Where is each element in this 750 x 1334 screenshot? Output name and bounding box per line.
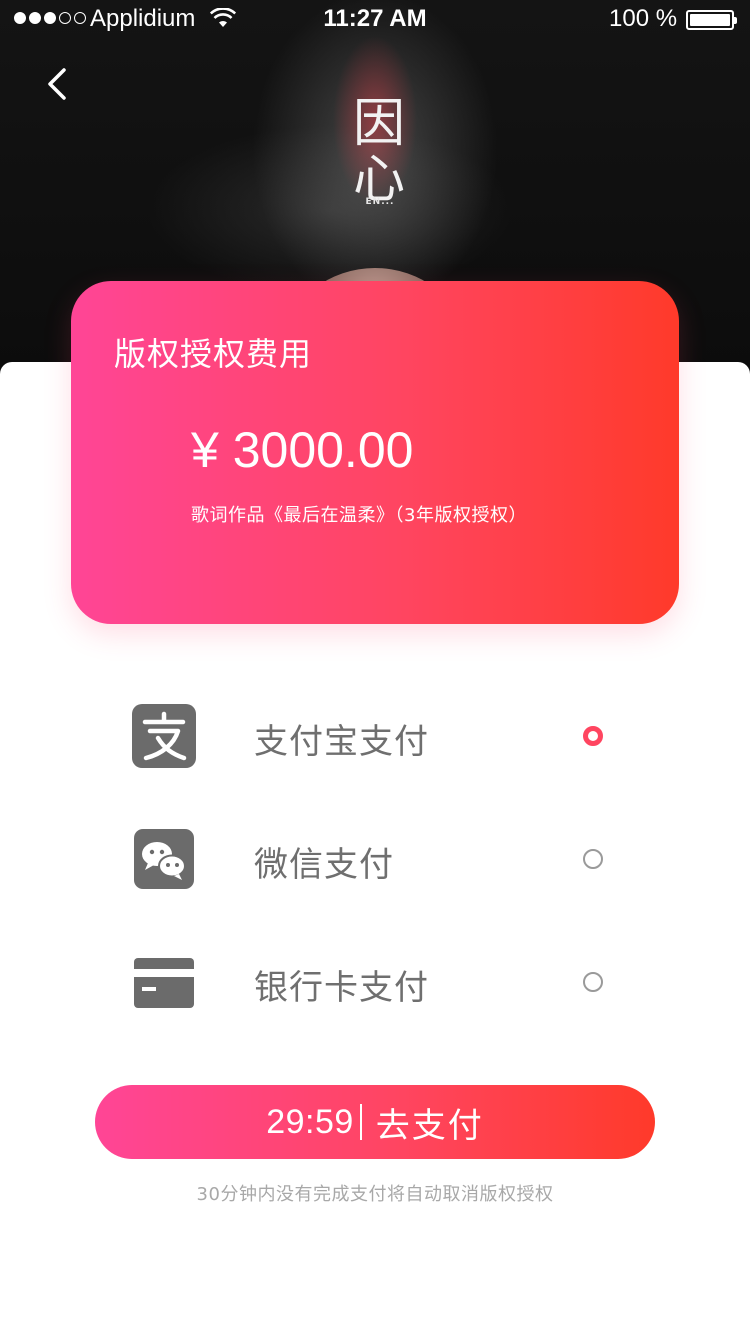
pay-button-label: 去支付 (375, 1106, 484, 1145)
payment-label-bank-card: 银行卡支付 (254, 968, 429, 1008)
chevron-left-icon (48, 68, 66, 100)
payment-label-wechat: 微信支付 (254, 845, 394, 885)
radio-wechat[interactable] (583, 849, 603, 869)
countdown-timer: 29:59 (266, 1102, 354, 1141)
battery-icon (686, 10, 737, 30)
radio-bank-card[interactable] (583, 972, 603, 992)
payment-label-alipay: 支付宝支付 (254, 722, 429, 762)
pay-button[interactable]: 29:59 去支付 (95, 1085, 655, 1159)
fee-amount: ¥ 3000.00 (191, 422, 414, 478)
button-divider (359, 1104, 362, 1140)
radio-alipay[interactable] (583, 726, 603, 746)
payment-option-bank-card[interactable]: 银行卡支付 (100, 932, 660, 1032)
payment-timeout-notice: 30分钟内没有完成支付将自动取消版权授权 (196, 1184, 554, 1205)
status-bar: Applidium 11:27 AM 100 % (0, 0, 750, 40)
fee-title: 版权授权费用 (114, 335, 313, 373)
payment-option-wechat[interactable]: 微信支付 (100, 809, 660, 909)
alipay-icon (132, 704, 196, 768)
fee-description: 歌词作品《最后在温柔》（3年版权授权） (191, 505, 527, 526)
payment-option-alipay[interactable]: 支付宝支付 (100, 686, 660, 786)
hero-title: 因心 (352, 94, 405, 210)
battery-percentage: 100 % (609, 5, 678, 32)
back-button[interactable] (36, 60, 80, 108)
wechat-icon (134, 829, 194, 889)
hero-subtitle: EN... (365, 197, 395, 207)
fee-card: 版权授权费用 ¥ 3000.00 歌词作品《最后在温柔》（3年版权授权） (71, 281, 679, 624)
credit-card-icon (134, 958, 194, 1008)
